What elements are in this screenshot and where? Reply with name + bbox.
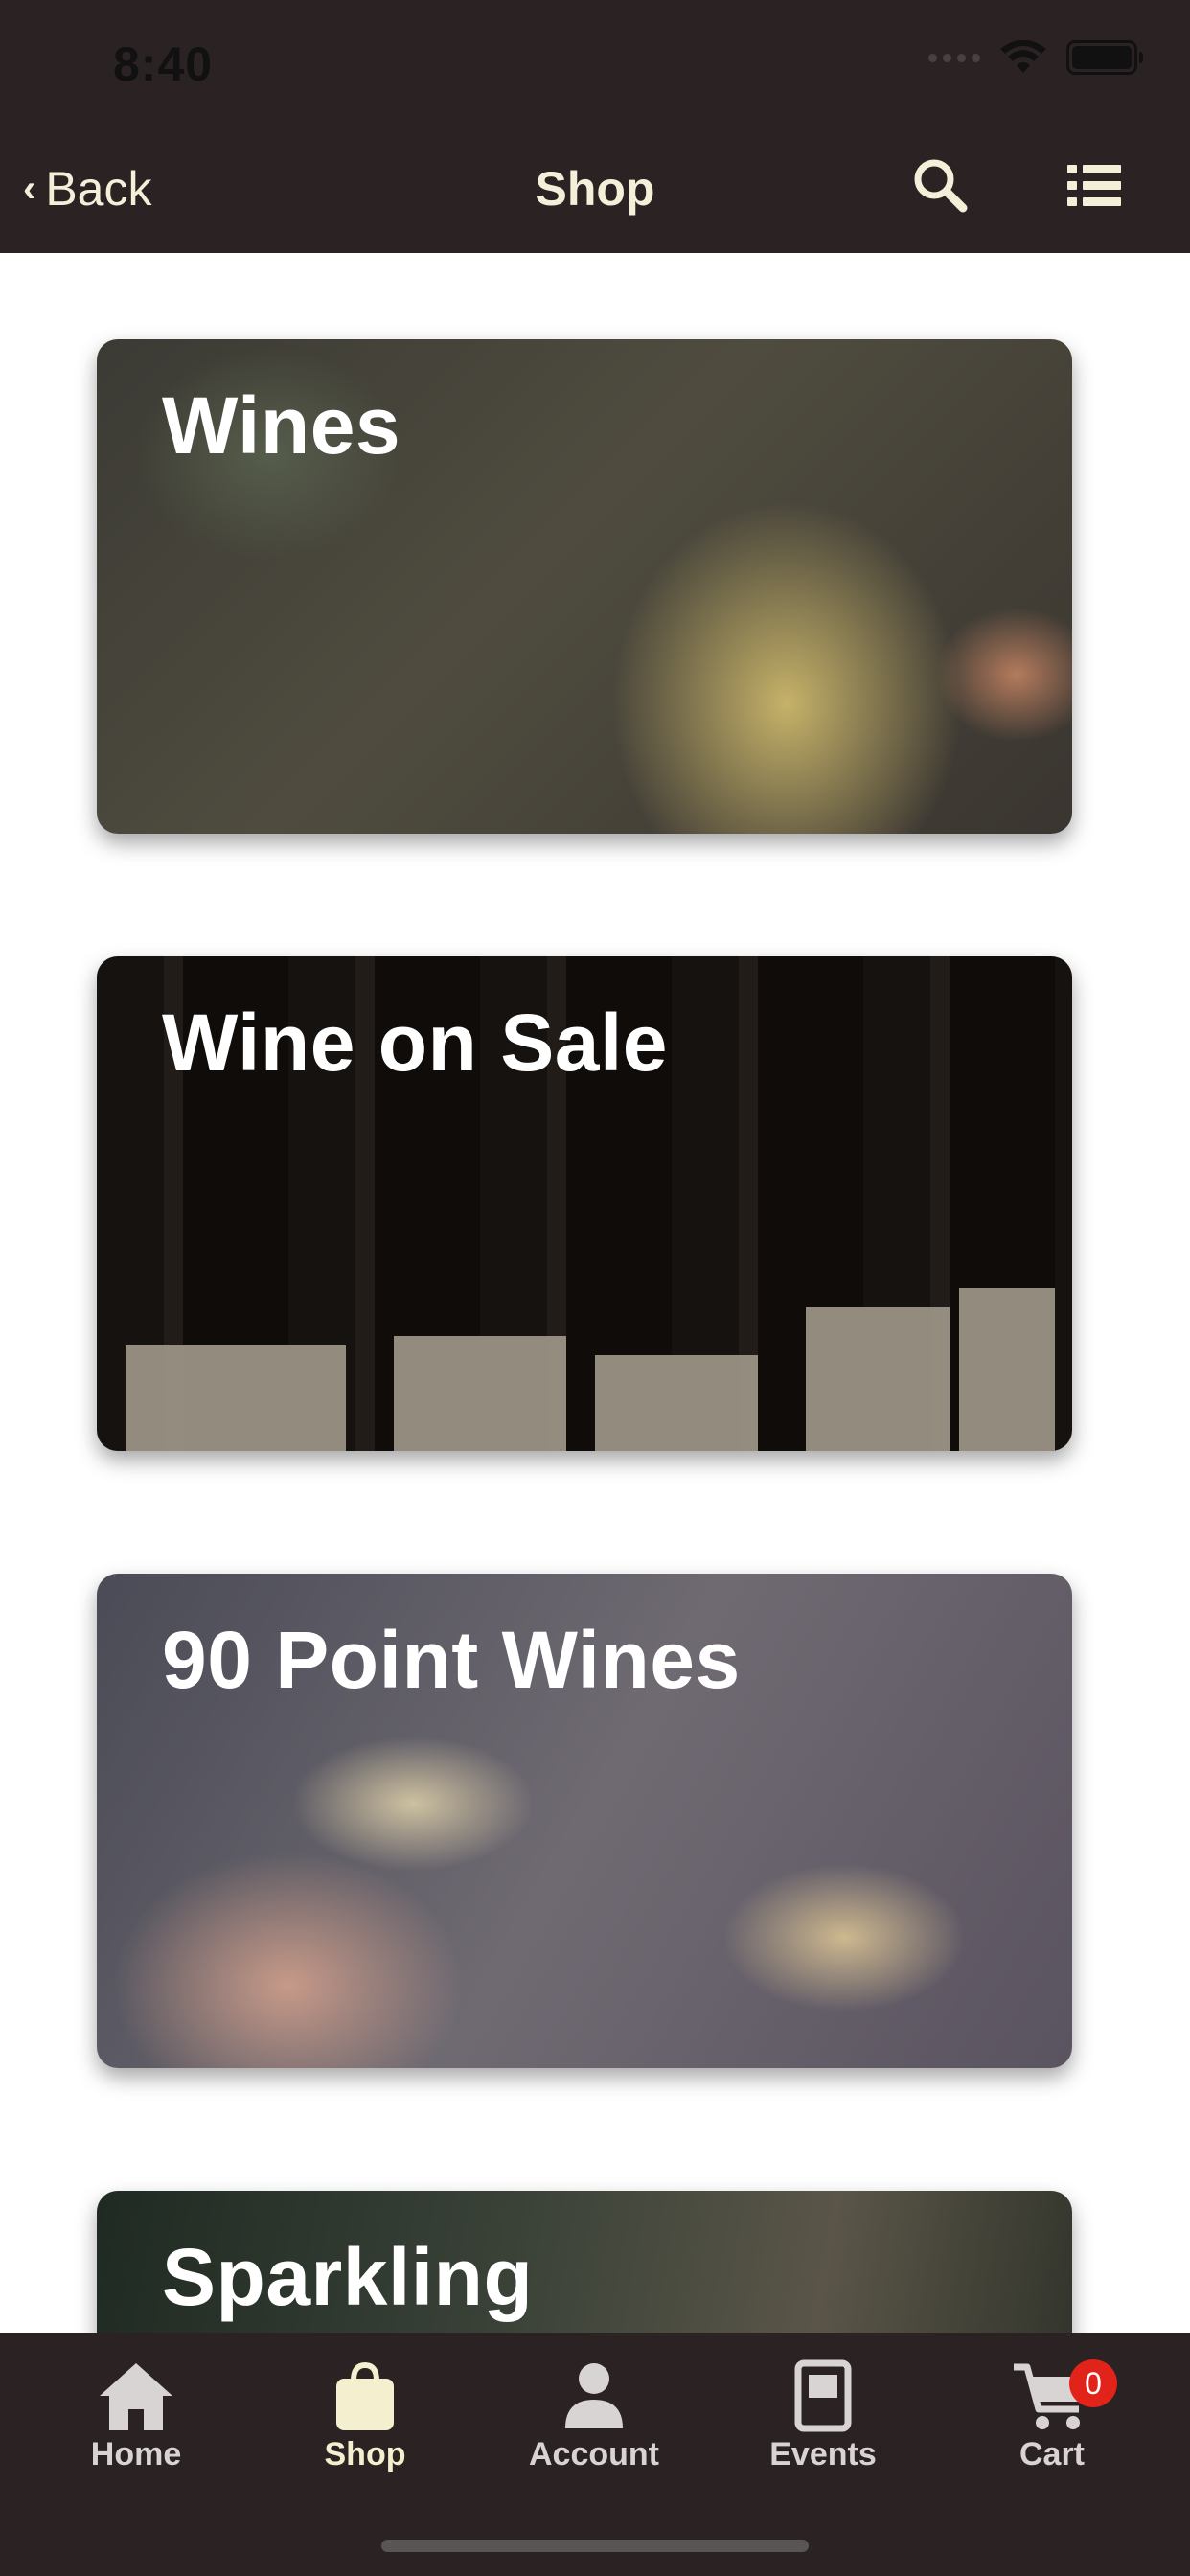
category-card-sparkling[interactable]: Sparkling	[97, 2191, 1072, 2333]
signal-icon	[928, 53, 980, 62]
tab-label: Shop	[324, 2436, 406, 2472]
status-bar: 8:40	[0, 0, 1190, 126]
wifi-icon	[1000, 40, 1046, 73]
tab-shop[interactable]: Shop	[269, 2359, 461, 2473]
person-icon	[565, 2363, 623, 2428]
category-card-90-point-wines[interactable]: 90 Point Wines	[97, 1574, 1072, 2068]
calendar-icon	[794, 2359, 852, 2432]
list-icon[interactable]	[1065, 155, 1125, 215]
home-icon	[100, 2363, 172, 2430]
category-list: Wines Wine on Sale 90 Point Wines Sparkl…	[0, 253, 1190, 2333]
tab-label: Home	[90, 2436, 182, 2472]
status-icons	[928, 40, 1143, 75]
tab-label: Events	[769, 2436, 877, 2472]
tab-home[interactable]: Home	[40, 2359, 232, 2473]
search-icon[interactable]	[910, 155, 970, 215]
card-title: Wine on Sale	[162, 998, 669, 1088]
status-time: 8:40	[113, 37, 214, 91]
category-card-wines[interactable]: Wines	[97, 339, 1072, 834]
shopping-bag-icon	[336, 2361, 394, 2430]
cart-count-badge: 0	[1069, 2359, 1117, 2407]
tab-account[interactable]: Account	[498, 2359, 690, 2473]
tab-events[interactable]: Events	[727, 2359, 919, 2473]
card-title: Wines	[162, 380, 401, 471]
page-title: Shop	[535, 162, 655, 216]
battery-icon	[1066, 40, 1143, 75]
tab-label: Cart	[1018, 2436, 1086, 2472]
tab-label: Account	[529, 2436, 659, 2472]
category-card-wine-on-sale[interactable]: Wine on Sale	[97, 956, 1072, 1451]
nav-bar: ‹ Back Shop	[0, 126, 1190, 253]
card-title: Sparkling	[162, 2232, 534, 2322]
tab-cart[interactable]: 0 Cart	[956, 2359, 1148, 2473]
card-title: 90 Point Wines	[162, 1615, 741, 1705]
home-indicator[interactable]	[381, 2540, 809, 2552]
